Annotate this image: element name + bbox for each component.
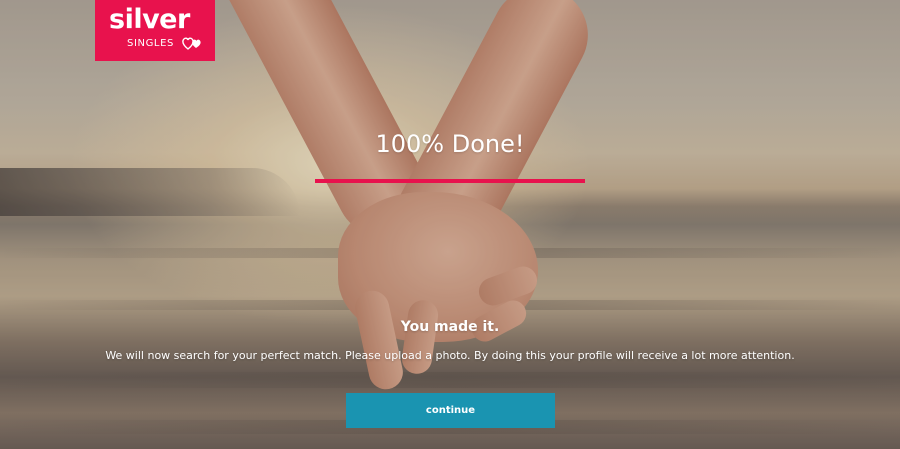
logo-wordmark: silver — [109, 4, 190, 35]
registration-complete-page: silver SINGLES 100% Done! You made it. W… — [0, 0, 900, 449]
silversingles-logo[interactable]: silver SINGLES — [95, 0, 215, 61]
progress-title: 100% Done! — [375, 130, 525, 158]
continue-button[interactable]: continue — [346, 393, 555, 428]
progress-bar — [315, 179, 585, 183]
logo-subtitle: SINGLES — [127, 38, 174, 49]
success-message: We will now search for your perfect matc… — [105, 349, 795, 362]
progress-bar-fill — [315, 179, 585, 183]
background-overlay — [0, 0, 900, 449]
hearts-icon — [182, 37, 201, 50]
success-headline: You made it. — [400, 319, 500, 335]
